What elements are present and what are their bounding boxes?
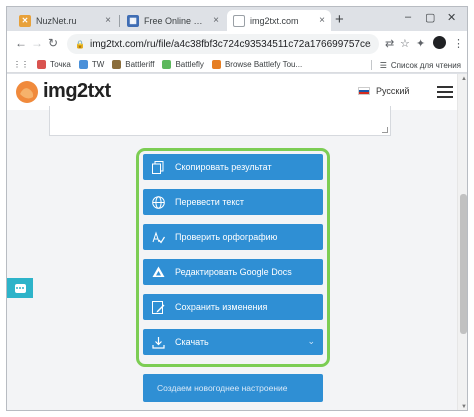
bookmark-favicon-icon <box>78 60 88 69</box>
result-text-area[interactable] <box>49 106 391 136</box>
close-tab-icon[interactable]: × <box>319 15 325 26</box>
profile-avatar[interactable] <box>433 36 446 49</box>
bookmark-favicon-icon <box>37 60 46 69</box>
download-button[interactable]: Скачать ⌄ <box>143 329 323 355</box>
tab-img2txt[interactable]: img2txt.com × <box>227 10 331 31</box>
bookmarks-bar: ⋮⋮ Точка TW Battleriff Battlefly Browse … <box>7 57 467 73</box>
page-scrollbar[interactable]: ▲ ▼ <box>457 74 467 410</box>
bookmark-favicon-icon <box>162 60 172 69</box>
save-changes-button[interactable]: Сохранить изменения <box>143 294 323 320</box>
back-button[interactable]: ← <box>15 36 27 50</box>
bookmark-favicon-icon <box>112 60 122 69</box>
reading-list-icon: ☰ <box>379 60 387 70</box>
bookmark-label: Browse Battlefy Tou... <box>224 60 303 69</box>
google-drive-icon <box>151 265 165 279</box>
tab-free-online-ocr[interactable]: ▦ Free Online OCR - Convert × <box>121 10 225 31</box>
globe-icon <box>151 195 165 209</box>
edit-google-docs-label: Редактировать Google Docs <box>175 267 292 277</box>
tab-nuznet[interactable]: ✕ NuzNet.ru × <box>13 10 117 31</box>
language-selector[interactable]: Русский <box>358 86 409 96</box>
close-window-button[interactable]: ✕ <box>447 11 456 24</box>
bookmark-label: Точка <box>50 60 71 69</box>
bookmark-item[interactable]: Точка <box>37 60 71 69</box>
bookmark-star-icon[interactable]: ☆ <box>400 37 410 50</box>
tab-title: NuzNet.ru <box>36 15 77 26</box>
edit-google-docs-button[interactable]: Редактировать Google Docs <box>143 259 323 285</box>
url-text: img2txt.com/ru/file/a4c38fbf3c724c935345… <box>89 38 371 50</box>
menu-kebab-icon[interactable]: ⋮ <box>453 37 464 50</box>
close-tab-icon[interactable]: × <box>213 15 219 26</box>
translate-text-label: Перевести текст <box>175 197 245 207</box>
tab-strip: ✕ NuzNet.ru × ▦ Free Online OCR - Conver… <box>7 7 467 31</box>
bookmark-label: TW <box>91 60 105 69</box>
site-header: img2txt Русский <box>7 74 457 110</box>
tab-divider <box>119 15 120 27</box>
download-icon <box>151 335 165 349</box>
maximize-button[interactable]: ▢ <box>425 11 435 24</box>
spellcheck-icon <box>151 230 165 244</box>
reload-button[interactable]: ↻ <box>48 36 58 50</box>
spellcheck-button[interactable]: Проверить орфографию <box>143 224 323 250</box>
page-content: Скопировать результат Перевести текст Пр… <box>7 106 457 410</box>
copy-result-button[interactable]: Скопировать результат <box>143 154 323 180</box>
img2txt-logo-icon[interactable] <box>15 80 39 104</box>
document-favicon-icon <box>233 14 245 27</box>
tab-title: Free Online OCR - Convert <box>144 15 209 26</box>
chevron-down-icon[interactable]: ⌄ <box>307 336 315 347</box>
reading-list-label: Список для чтения <box>390 60 461 70</box>
feedback-chat-button[interactable] <box>7 278 33 298</box>
divider <box>370 60 372 70</box>
scrollbar-thumb[interactable] <box>460 194 467 334</box>
bookmark-label: Battlefly <box>175 60 204 69</box>
scroll-up-arrow-icon[interactable]: ▲ <box>461 76 467 82</box>
site-logo-text[interactable]: img2txt <box>43 80 111 103</box>
browser-toolbar: ← → ↻ 🔒 img2txt.com/ru/file/a4c38fbf3c72… <box>7 31 467 57</box>
download-label: Скачать <box>175 337 209 347</box>
save-changes-label: Сохранить изменения <box>175 302 268 312</box>
nuznet-favicon-icon: ✕ <box>19 14 31 27</box>
extensions-icon[interactable]: ✦ <box>416 37 425 50</box>
bookmark-item[interactable]: Battleriff <box>112 60 154 69</box>
translate-text-button[interactable]: Перевести текст <box>143 189 323 215</box>
new-year-promo-button[interactable]: Создаем новогоднее настроение <box>143 374 323 402</box>
ocr-favicon-icon: ▦ <box>127 14 139 27</box>
spellcheck-label: Проверить орфографию <box>175 232 278 242</box>
bookmark-item[interactable]: TW <box>78 60 105 69</box>
russia-flag-icon <box>358 87 370 95</box>
bookmark-item[interactable]: Battlefly <box>162 60 204 69</box>
bookmark-item[interactable]: Browse Battlefy Tou... <box>211 60 303 69</box>
chat-bubble-icon <box>14 283 26 293</box>
copy-icon <box>151 160 165 174</box>
close-tab-icon[interactable]: × <box>105 15 111 26</box>
page-viewport: img2txt Русский Скопировать результат Пе… <box>7 74 457 410</box>
scroll-down-arrow-icon[interactable]: ▼ <box>461 404 467 410</box>
forward-button[interactable]: → <box>31 36 43 50</box>
promo-label: Создаем новогоднее настроение <box>157 383 288 393</box>
translate-icon[interactable]: ⇄ <box>385 37 394 50</box>
bookmark-label: Battleriff <box>125 60 155 69</box>
reading-list[interactable]: ☰ Список для чтения <box>370 60 461 70</box>
tab-title: img2txt.com <box>250 15 299 26</box>
bookmark-favicon-icon <box>211 60 221 69</box>
minimize-button[interactable]: – <box>405 11 411 23</box>
resize-handle[interactable] <box>382 127 388 133</box>
browser-window: ✕ NuzNet.ru × ▦ Free Online OCR - Conver… <box>6 6 468 411</box>
apps-grid-icon[interactable]: ⋮⋮ <box>13 60 29 69</box>
address-bar[interactable]: 🔒 img2txt.com/ru/file/a4c38fbf3c724c9353… <box>67 34 379 54</box>
new-tab-button[interactable]: + <box>335 11 344 28</box>
save-edit-icon <box>151 300 165 314</box>
language-label: Русский <box>376 86 410 96</box>
copy-result-label: Скопировать результат <box>175 162 272 172</box>
hamburger-menu-icon[interactable] <box>437 86 453 98</box>
lock-icon[interactable]: 🔒 <box>75 40 85 49</box>
